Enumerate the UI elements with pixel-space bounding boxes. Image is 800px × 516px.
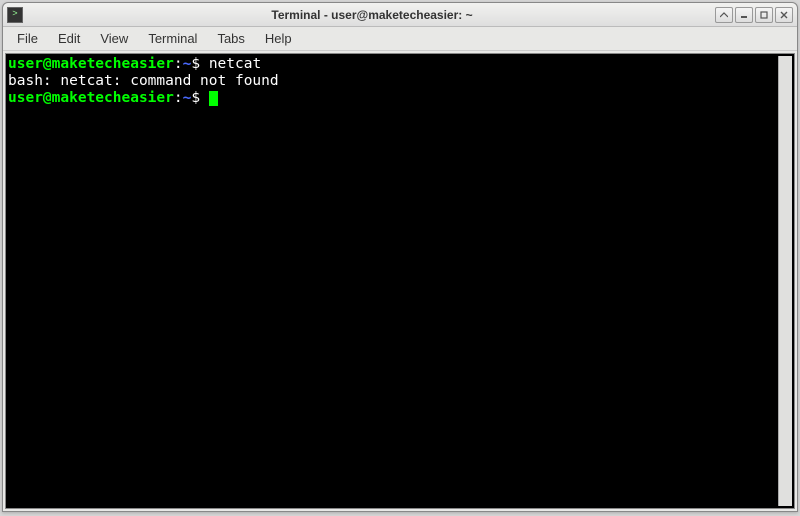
command-text: netcat (209, 56, 261, 72)
menu-file[interactable]: File (9, 29, 46, 48)
menu-view[interactable]: View (92, 29, 136, 48)
menu-terminal[interactable]: Terminal (140, 29, 205, 48)
close-button[interactable] (775, 7, 793, 23)
titlebar[interactable]: Terminal - user@maketecheasier: ~ (3, 3, 797, 27)
terminal-content[interactable]: user@maketecheasier:~$ netcat bash: netc… (8, 56, 778, 506)
menubar: File Edit View Terminal Tabs Help (3, 27, 797, 51)
terminal-output-line: bash: netcat: command not found (8, 73, 279, 89)
terminal-window: Terminal - user@maketecheasier: ~ File E… (2, 2, 798, 512)
shade-button[interactable] (715, 7, 733, 23)
prompt-symbol: $ (191, 56, 200, 72)
terminal-area[interactable]: user@maketecheasier:~$ netcat bash: netc… (5, 53, 795, 509)
menu-help[interactable]: Help (257, 29, 300, 48)
window-title: Terminal - user@maketecheasier: ~ (29, 8, 715, 22)
maximize-button[interactable] (755, 7, 773, 23)
minimize-button[interactable] (735, 7, 753, 23)
terminal-line: user@maketecheasier:~$ (8, 90, 218, 106)
terminal-line: user@maketecheasier:~$ netcat (8, 56, 261, 72)
window-controls (715, 7, 793, 23)
prompt-symbol: $ (191, 90, 200, 106)
menu-tabs[interactable]: Tabs (209, 29, 252, 48)
prompt-userhost: user@maketecheasier (8, 90, 174, 106)
menu-edit[interactable]: Edit (50, 29, 88, 48)
scrollbar[interactable] (778, 56, 792, 506)
prompt-userhost: user@maketecheasier (8, 56, 174, 72)
terminal-app-icon (7, 7, 23, 23)
cursor-block (209, 91, 218, 106)
